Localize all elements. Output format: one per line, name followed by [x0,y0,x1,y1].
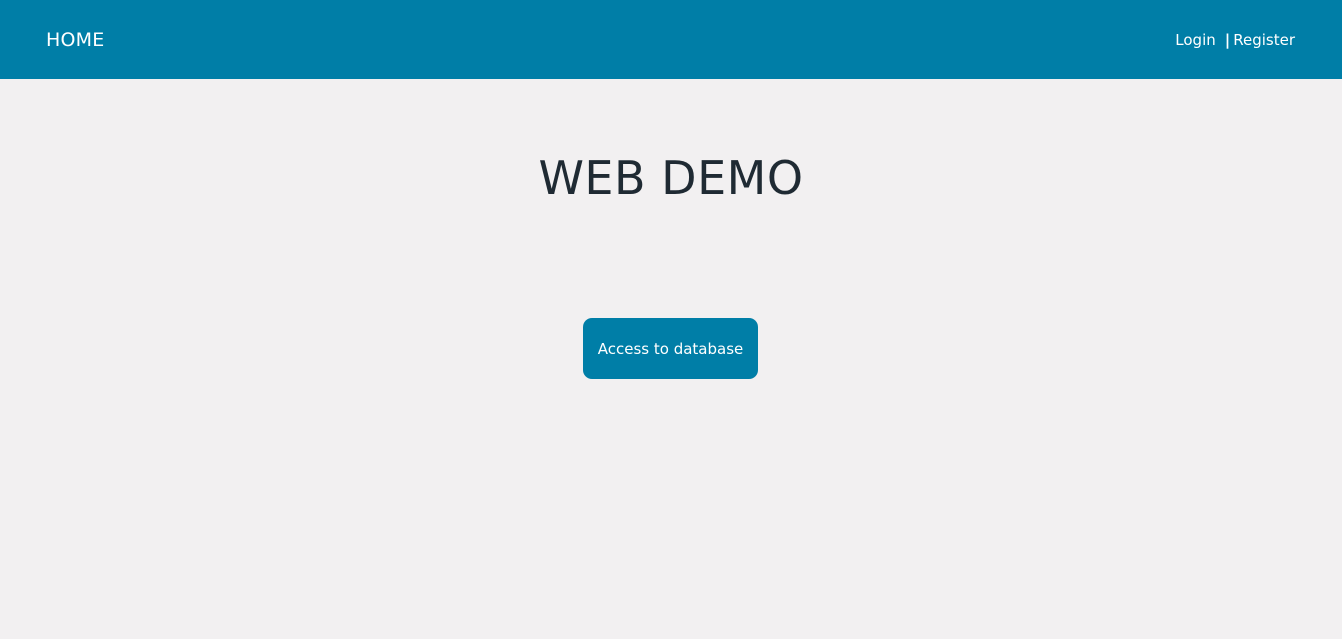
nav-separator: | [1224,31,1231,49]
auth-links: Login | Register [1175,28,1295,52]
page-title: WEB DEMO [538,151,804,205]
access-database-button[interactable]: Access to database [583,318,758,379]
top-navbar: HOME Login | Register [0,0,1342,79]
home-link[interactable]: HOME [46,27,104,53]
login-link[interactable]: Login [1175,31,1215,49]
register-link[interactable]: Register [1233,31,1295,49]
